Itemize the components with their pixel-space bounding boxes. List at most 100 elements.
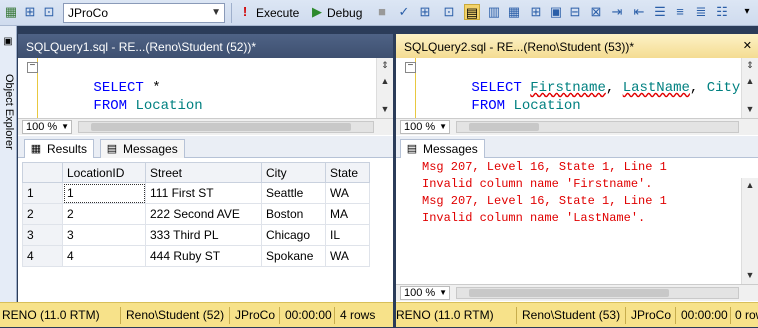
column-header[interactable]: State: [325, 162, 370, 183]
object-explorer-label[interactable]: Object Explorer: [1, 74, 16, 194]
column-header[interactable]: LocationID: [62, 162, 146, 183]
scroll-up-icon[interactable]: ▲: [743, 74, 757, 88]
split-icon[interactable]: ⇕: [743, 58, 757, 72]
pin-icon[interactable]: ▣: [2, 36, 14, 50]
horizontal-scrollbar[interactable]: [456, 121, 739, 133]
row-number[interactable]: 2: [22, 203, 63, 225]
status-divider: [279, 307, 280, 324]
cell-street[interactable]: 333 Third PL: [145, 224, 262, 246]
table-row[interactable]: 2 2 222 Second AVE Boston MA: [22, 203, 370, 225]
parse-icon[interactable]: ⊡: [41, 4, 57, 20]
execute-button[interactable]: Execute: [256, 6, 299, 20]
query1-editor[interactable]: − SELECT * FROM Location: [18, 58, 376, 118]
indent-icon[interactable]: ⇥: [609, 4, 625, 20]
debug-button[interactable]: Debug: [327, 6, 362, 20]
messages-scrollbar[interactable]: ▲ ▼: [741, 178, 758, 284]
scroll-up-icon[interactable]: ▲: [743, 178, 757, 192]
display-plan-icon[interactable]: ⊞: [417, 4, 433, 20]
tab-sqlquery2[interactable]: SQLQuery2.sql - RE...(Reno\Student (53))…: [396, 34, 758, 58]
scroll-down-icon[interactable]: ▼: [378, 102, 392, 116]
format-icon[interactable]: ≣: [693, 4, 709, 20]
status-divider: [730, 307, 731, 324]
check-icon[interactable]: ✓: [396, 4, 412, 20]
column-header[interactable]: City: [261, 162, 326, 183]
keyword-from: FROM: [471, 98, 506, 114]
chevron-down-icon: ▼: [61, 122, 69, 131]
execute-icon[interactable]: !: [237, 4, 253, 20]
cell-street[interactable]: 444 Ruby ST: [145, 245, 262, 267]
results-to-text-icon[interactable]: ▤: [464, 4, 480, 20]
collapse-icon[interactable]: −: [27, 62, 38, 73]
results-to-grid-icon[interactable]: ▥: [486, 4, 502, 20]
zoom-select[interactable]: 100 % ▼: [400, 286, 450, 300]
table-row[interactable]: 3 3 333 Third PL Chicago IL: [22, 224, 370, 246]
editor-scrollbar[interactable]: ⇕ ▲ ▼: [376, 58, 393, 118]
column-header[interactable]: Street: [145, 162, 262, 183]
row-number[interactable]: 4: [22, 245, 63, 267]
scroll-thumb[interactable]: [91, 123, 351, 131]
chevron-down-icon: ▼: [439, 288, 447, 297]
comment-icon[interactable]: ⊟: [567, 4, 583, 20]
tab-messages[interactable]: ▤ Messages: [100, 139, 185, 158]
scroll-down-icon[interactable]: ▼: [743, 102, 757, 116]
cell-locationid[interactable]: 3: [62, 224, 146, 246]
table-row[interactable]: 1 1 111 First ST Seattle WA: [22, 182, 370, 204]
row-number[interactable]: 1: [22, 182, 63, 204]
cell-street[interactable]: 222 Second AVE: [145, 203, 262, 225]
error-message-line: Invalid column name 'LastName'.: [422, 211, 646, 225]
cell-locationid[interactable]: 1: [62, 182, 146, 204]
align-icon[interactable]: ≡: [672, 4, 688, 20]
tab-sqlquery1-label: SQLQuery1.sql - RE...(Reno\Student (52))…: [26, 40, 257, 54]
tab-results[interactable]: ▦ Results: [24, 139, 95, 158]
scroll-thumb[interactable]: [469, 289, 669, 297]
toolbar-overflow-icon[interactable]: ▾: [739, 4, 755, 20]
cell-city[interactable]: Chicago: [261, 224, 326, 246]
query-designer-icon[interactable]: ⊡: [441, 4, 457, 20]
cell-state[interactable]: IL: [325, 224, 370, 246]
database-select[interactable]: JProCo ▼: [63, 3, 225, 23]
status-database: JProCo: [631, 308, 672, 322]
query2-editor[interactable]: − SELECT Firstname, LastName, City [ FRO…: [396, 58, 741, 118]
zoom-value: 100 %: [404, 121, 436, 133]
cell-city[interactable]: Seattle: [261, 182, 326, 204]
scroll-thumb[interactable]: [469, 123, 539, 131]
editor-scrollbar[interactable]: ⇕ ▲ ▼: [741, 58, 758, 118]
outdent-icon[interactable]: ⇤: [631, 4, 647, 20]
cell-state[interactable]: WA: [325, 182, 370, 204]
cell-locationid[interactable]: 2: [62, 203, 146, 225]
tab-sqlquery1[interactable]: SQLQuery1.sql - RE...(Reno\Student (52))…: [18, 34, 393, 58]
client-statistics-icon[interactable]: ▣: [548, 4, 564, 20]
collapse-icon[interactable]: −: [405, 62, 416, 73]
scroll-up-icon[interactable]: ▲: [378, 74, 392, 88]
cell-locationid[interactable]: 4: [62, 245, 146, 267]
cell-city[interactable]: Spokane: [261, 245, 326, 267]
object-explorer-icon[interactable]: ▦: [3, 4, 19, 20]
stop-icon[interactable]: ■: [374, 4, 390, 20]
specify-values-icon[interactable]: ☰: [652, 4, 668, 20]
results-to-file-icon[interactable]: ▦: [506, 4, 522, 20]
uncomment-icon[interactable]: ⊠: [588, 4, 604, 20]
results-tabstrip: ▦ Results ▤ Messages: [18, 136, 393, 158]
zoom-select[interactable]: 100 % ▼: [22, 120, 72, 134]
include-plan-icon[interactable]: ⊞: [528, 4, 544, 20]
close-icon[interactable]: ✕: [743, 40, 752, 52]
cell-city[interactable]: Boston: [261, 203, 326, 225]
cell-street[interactable]: 111 First ST: [145, 182, 262, 204]
status-divider: [516, 307, 517, 324]
horizontal-scrollbar[interactable]: [456, 287, 739, 299]
horizontal-scrollbar[interactable]: [78, 121, 374, 133]
spell-icon[interactable]: ☷: [714, 4, 730, 20]
split-icon[interactable]: ⇕: [378, 58, 392, 72]
zoom-select[interactable]: 100 % ▼: [400, 120, 450, 134]
scroll-down-icon[interactable]: ▼: [743, 268, 757, 282]
status-divider: [120, 307, 121, 324]
status-divider: [625, 307, 626, 324]
object-explorer-strip[interactable]: ▣ Object Explorer: [0, 26, 17, 302]
grid-results-icon[interactable]: ⊞: [22, 4, 38, 20]
cell-state[interactable]: MA: [325, 203, 370, 225]
table-row[interactable]: 4 4 444 Ruby ST Spokane WA: [22, 245, 370, 267]
row-number[interactable]: 3: [22, 224, 63, 246]
debug-icon[interactable]: ▶: [309, 4, 325, 20]
tab-messages[interactable]: ▤ Messages: [400, 139, 485, 158]
cell-state[interactable]: WA: [325, 245, 370, 267]
